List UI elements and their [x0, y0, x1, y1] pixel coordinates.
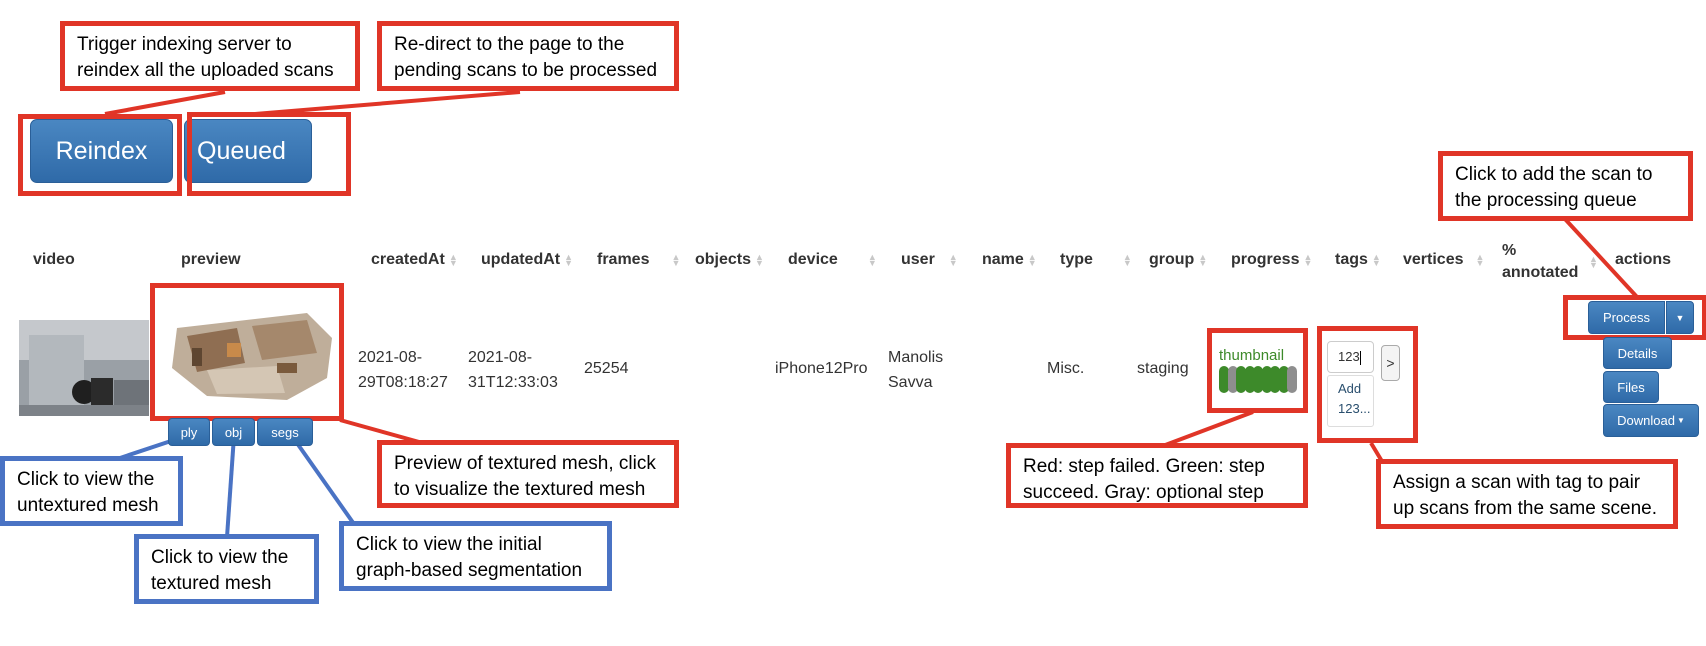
segs-callout: Click to view the initial graph-based seg… [339, 521, 612, 591]
col-header-device[interactable]: device ▲ ▼ [788, 251, 877, 269]
download-label: Download [1617, 413, 1675, 428]
col-header-actions: actions [1615, 251, 1672, 268]
progress-step-optional [1287, 366, 1297, 393]
sort-icon: ▲ ▼ [564, 251, 574, 268]
preview-highlight [150, 283, 344, 421]
cell-updatedAt: 2021-08- 31T12:33:03 [468, 349, 558, 391]
segs-button[interactable]: segs [257, 418, 313, 446]
details-button[interactable]: Details [1603, 337, 1672, 369]
tag-input[interactable]: 123 [1327, 341, 1374, 373]
cell-type: Misc. [1047, 360, 1085, 377]
sort-icon: ▲ ▼ [1303, 251, 1313, 268]
sort-icon: ▲ ▼ [1198, 251, 1208, 268]
progress-callout: Red: step failed. Green: step succeed. Gr… [1006, 443, 1308, 508]
download-button[interactable]: Download ▼ [1603, 404, 1699, 437]
process-highlight [1563, 295, 1706, 340]
col-header-frames[interactable]: frames ▲ ▼ [597, 251, 680, 269]
queued-callout: Re-direct to the page to the pending scan… [377, 21, 679, 91]
sort-icon: ▲ ▼ [867, 251, 877, 268]
cell-user: Manolis Savva [888, 349, 944, 391]
ply-callout: Click to view the untextured mesh [0, 456, 183, 526]
progress-thumbnail-label[interactable]: thumbnail [1219, 343, 1284, 368]
col-header-createdAt[interactable]: createdAt ▲ ▼ [371, 251, 458, 269]
col-header-group[interactable]: group ▲ ▼ [1149, 251, 1207, 269]
obj-button[interactable]: obj [212, 418, 255, 446]
sort-icon: ▲ ▼ [1027, 251, 1037, 268]
reindex-callout: Trigger indexing server to reindex all th… [60, 21, 360, 91]
sort-icon: ▲ ▼ [671, 251, 681, 268]
col-header-vertices[interactable]: vertices ▲ ▼ [1403, 251, 1484, 269]
tag-input-value: 123 [1338, 349, 1360, 364]
tag-submit-button[interactable]: > [1381, 345, 1400, 381]
cell-device: iPhone12Pro [775, 360, 868, 377]
col-header-tags[interactable]: tags ▲ ▼ [1335, 251, 1381, 269]
ply-button[interactable]: ply [168, 418, 210, 446]
col-header-video: video [33, 251, 75, 268]
reindex-highlight [18, 114, 182, 196]
col-header-name[interactable]: name ▲ ▼ [982, 251, 1037, 269]
col-header-progress[interactable]: progress ▲ ▼ [1231, 251, 1312, 269]
col-header-updatedAt[interactable]: updatedAt ▲ ▼ [481, 251, 573, 269]
caret-down-icon: ▼ [1676, 416, 1685, 425]
files-button[interactable]: Files [1603, 371, 1659, 403]
tags-callout: Assign a scan with tag to pair up scans f… [1376, 459, 1678, 529]
cell-frames: 25254 [584, 360, 629, 377]
sort-icon: ▲ ▼ [1475, 251, 1485, 268]
sort-icon: ▲ ▼ [948, 251, 958, 268]
queued-highlight [187, 112, 351, 196]
tag-suggestion[interactable]: Add 123... [1327, 375, 1374, 427]
col-header-preview: preview [181, 251, 241, 268]
col-header-objects[interactable]: objects ▲ ▼ [695, 251, 764, 269]
cell-createdAt: 2021-08- 29T08:18:27 [358, 349, 448, 391]
sort-icon: ▲ ▼ [1589, 254, 1598, 270]
sort-icon: ▲ ▼ [755, 251, 764, 268]
process-callout: Click to add the scan to the processing q… [1438, 151, 1693, 221]
video-thumbnail[interactable] [19, 320, 149, 416]
cell-group: staging [1137, 360, 1189, 377]
sort-icon: ▲ ▼ [448, 251, 458, 268]
col-header-annotated[interactable]: % annotated [1502, 240, 1592, 284]
obj-callout: Click to view the textured mesh [134, 534, 319, 604]
preview-callout: Preview of textured mesh, click to visual… [377, 440, 679, 508]
col-header-user[interactable]: user ▲ ▼ [901, 251, 958, 269]
sort-icon: ▲ ▼ [1122, 251, 1132, 268]
sort-icon: ▲ ▼ [1371, 251, 1381, 268]
col-header-type[interactable]: type ▲ ▼ [1060, 251, 1132, 269]
